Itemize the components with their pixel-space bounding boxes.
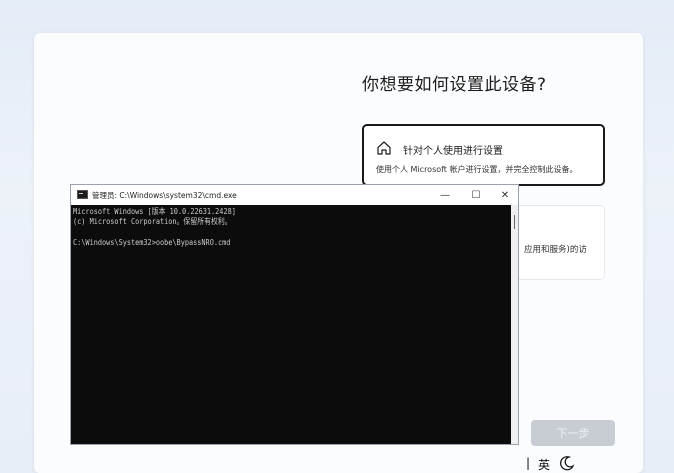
personal-option-description: 使用个人 Microsoft 帐户进行设置，并完全控制此设备。 bbox=[376, 165, 578, 174]
cmd-titlebar[interactable]: 管理员: C:\Windows\system32\cmd.exe — ☐ ✕ bbox=[71, 185, 518, 205]
console-line: (c) Microsoft Corporation。保留所有权利。 bbox=[73, 216, 232, 226]
cmd-scrollbar[interactable] bbox=[511, 205, 518, 444]
cmd-window-title: 管理员: C:\Windows\system32\cmd.exe bbox=[92, 191, 237, 200]
home-icon bbox=[377, 141, 391, 155]
personal-use-option[interactable]: 针对个人使用进行设置 使用个人 Microsoft 帐户进行设置，并完全控制此设… bbox=[362, 124, 605, 186]
next-button[interactable]: 下一步 bbox=[531, 420, 615, 446]
work-option-description: 应用和服务)的访 bbox=[524, 245, 587, 255]
moon-icon[interactable] bbox=[559, 455, 575, 471]
cmd-window[interactable]: 管理员: C:\Windows\system32\cmd.exe — ☐ ✕ M… bbox=[70, 184, 519, 445]
close-button[interactable]: ✕ bbox=[491, 187, 519, 203]
console-line: Microsoft Windows [版本 10.0.22631.2428] bbox=[73, 207, 236, 216]
minimize-button[interactable]: — bbox=[431, 187, 459, 203]
scroll-thumb[interactable] bbox=[514, 215, 515, 229]
tray-separator: | bbox=[526, 456, 531, 470]
personal-option-title: 针对个人使用进行设置 bbox=[403, 146, 503, 157]
work-school-option[interactable]: 应用和服务)的访 bbox=[510, 205, 605, 280]
maximize-button[interactable]: ☐ bbox=[462, 187, 490, 203]
page-title: 你想要如何设置此设备? bbox=[362, 75, 547, 95]
cmd-app-icon bbox=[77, 190, 88, 199]
cmd-console-output[interactable]: Microsoft Windows [版本 10.0.22631.2428] (… bbox=[71, 205, 511, 444]
ime-language-indicator[interactable]: 英 bbox=[538, 456, 550, 473]
console-line: C:\Windows\System32>oobe\BypassNRO.cmd bbox=[73, 238, 231, 247]
